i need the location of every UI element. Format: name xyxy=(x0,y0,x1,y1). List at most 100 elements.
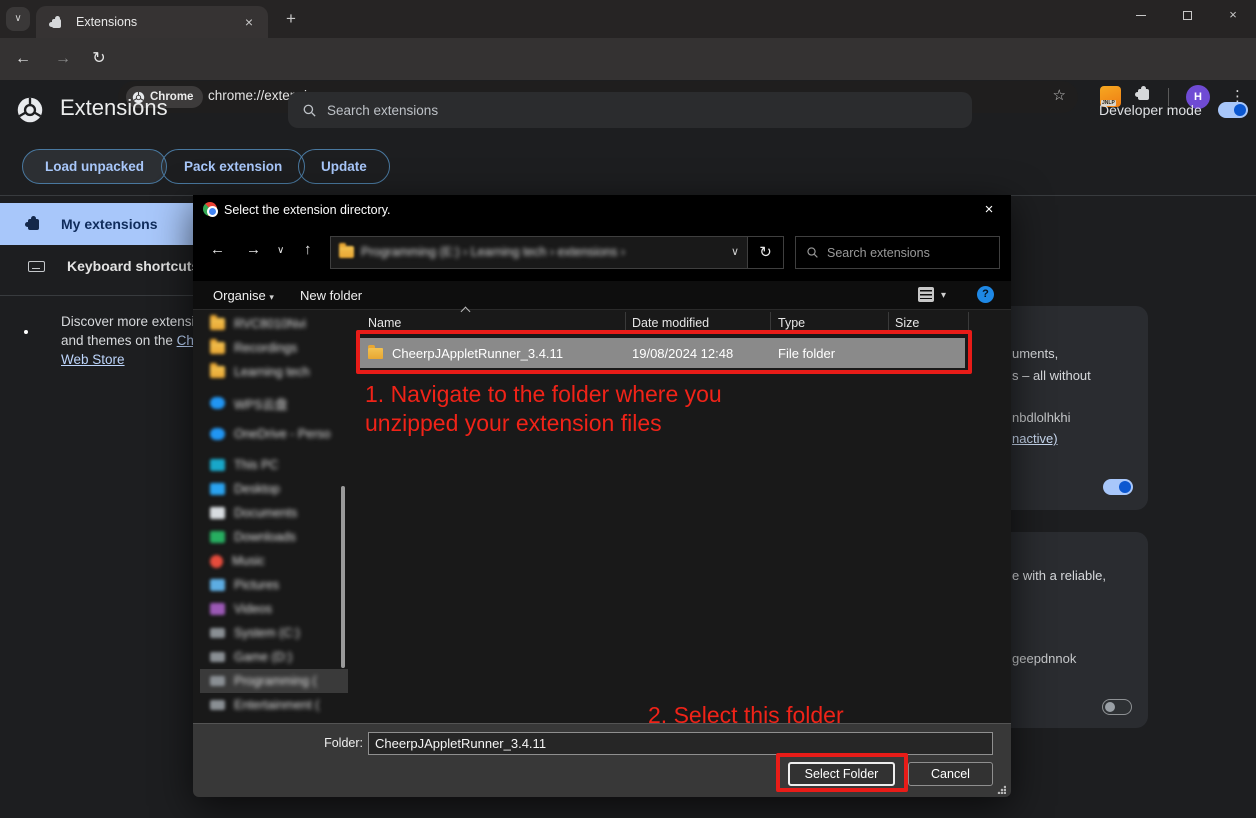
card1-enable-toggle[interactable] xyxy=(1103,479,1133,495)
videos-icon xyxy=(210,603,225,615)
tree-item-label: Videos xyxy=(234,602,272,616)
dialog-toolbar: Organise ▾ New folder ▾ ? xyxy=(193,281,1011,310)
tree-item[interactable]: WPS云盘 xyxy=(200,391,348,415)
tab-title: Extensions xyxy=(76,15,137,29)
new-folder-button[interactable]: New folder xyxy=(300,288,362,303)
pack-extension-button[interactable]: Pack extension xyxy=(161,149,305,184)
extensions-search[interactable] xyxy=(288,92,972,128)
dialog-close-icon[interactable]: × xyxy=(979,200,999,220)
dialog-back-button[interactable]: ← xyxy=(210,241,225,258)
folder-icon xyxy=(339,246,354,258)
developer-mode-label: Developer mode xyxy=(1099,102,1202,118)
update-button[interactable]: Update xyxy=(298,149,390,184)
bookmark-star-icon[interactable]: ☆ xyxy=(1053,86,1066,104)
tab-extensions[interactable]: Extensions × xyxy=(36,6,268,38)
resize-grip[interactable] xyxy=(997,785,1006,794)
tree-item[interactable]: System (C:) xyxy=(200,621,348,645)
tree-item[interactable]: Downloads xyxy=(200,525,348,549)
puzzle-favicon xyxy=(52,15,61,33)
card1-id: nbdlolhkhi xyxy=(1012,410,1071,425)
tree-item-label: Recordings xyxy=(234,341,297,355)
dialog-titlebar[interactable]: Select the extension directory. × xyxy=(193,195,1011,224)
tree-item[interactable]: Programming ( xyxy=(200,669,348,693)
folder-name-input[interactable] xyxy=(368,732,993,755)
tree-item[interactable]: Documents xyxy=(200,501,348,525)
window-close-button[interactable]: × xyxy=(1210,0,1256,30)
dialog-forward-button[interactable]: → xyxy=(246,241,261,258)
dialog-search-box[interactable] xyxy=(795,236,1000,269)
annotation-box-select-folder xyxy=(776,753,908,792)
dialog-refresh-button[interactable]: ↻ xyxy=(748,236,784,269)
column-size[interactable]: Size xyxy=(895,316,919,330)
tree-item-label: Entertainment ( xyxy=(234,698,319,712)
column-type[interactable]: Type xyxy=(778,316,805,330)
drive-icon xyxy=(210,700,225,710)
tree-item-label: Desktop xyxy=(234,482,280,496)
tab-search-button[interactable]: ∨ xyxy=(6,7,30,31)
developer-mode-toggle[interactable] xyxy=(1218,102,1248,118)
column-date-modified[interactable]: Date modified xyxy=(632,316,709,330)
tree-item[interactable]: Videos xyxy=(200,597,348,621)
reload-button[interactable]: ↻ xyxy=(88,48,110,70)
column-name[interactable]: Name xyxy=(368,316,401,330)
tree-item-label: WPS云盘 xyxy=(234,394,287,413)
tree-item[interactable]: Learning tech xyxy=(200,360,348,384)
extensions-search-input[interactable] xyxy=(327,103,958,118)
card1-text: uments, xyxy=(1012,346,1058,361)
tree-item[interactable]: Desktop xyxy=(200,477,348,501)
tree-scrollbar[interactable] xyxy=(341,486,345,668)
pictures-icon xyxy=(210,579,225,591)
tree-item-label: Downloads xyxy=(234,530,296,544)
cloud-icon xyxy=(210,397,225,409)
tree-item-label: Music xyxy=(232,554,265,568)
card2-enable-toggle[interactable] xyxy=(1102,699,1132,715)
folder-icon xyxy=(210,318,225,330)
breadcrumb-bar[interactable]: Programming (E:) › Learning tech › exten… xyxy=(330,236,748,269)
puzzle-icon xyxy=(28,219,39,230)
dialog-up-button[interactable]: ↑ xyxy=(304,241,312,258)
tree-item[interactable]: Pictures xyxy=(200,573,348,597)
keyboard-icon xyxy=(28,261,45,272)
window-maximize-button[interactable] xyxy=(1164,0,1210,30)
tree-item[interactable]: Entertainment ( xyxy=(200,693,348,717)
select-directory-dialog: Select the extension directory. × ← → ∨ … xyxy=(193,195,1011,797)
annotation-step2: 2. Select this folder xyxy=(648,701,844,730)
tree-item[interactable]: Music xyxy=(200,549,348,573)
new-tab-button[interactable]: + xyxy=(280,8,302,30)
load-unpacked-button[interactable]: Load unpacked xyxy=(22,149,167,184)
card1-text: s – all without xyxy=(1012,368,1091,383)
view-mode-icon[interactable] xyxy=(918,287,934,302)
search-icon xyxy=(302,103,317,118)
folder-icon xyxy=(210,366,225,378)
breadcrumb-chevron-icon[interactable]: ∨ xyxy=(731,245,739,258)
help-icon[interactable]: ? xyxy=(977,286,994,303)
organise-menu[interactable]: Organise ▾ xyxy=(213,288,274,303)
tree-item[interactable]: RVC8010Nvi xyxy=(200,312,348,336)
tree-item-label: Programming ( xyxy=(234,674,317,688)
documents-icon xyxy=(210,507,225,519)
view-mode-chevron-icon[interactable]: ▾ xyxy=(941,290,946,301)
tree-item-label: OneDrive - Perso xyxy=(234,427,331,441)
tree-item[interactable]: This PC xyxy=(200,453,348,477)
tree-item[interactable]: Game (D:) xyxy=(200,645,348,669)
breadcrumb-path: Programming (E:) › Learning tech › exten… xyxy=(361,245,625,259)
dialog-recent-chevron-icon[interactable]: ∨ xyxy=(277,245,284,256)
card1-details-link[interactable]: nactive) xyxy=(1012,431,1058,446)
folder-icon xyxy=(210,342,225,354)
tab-close-icon[interactable]: × xyxy=(240,13,258,31)
browser-window: ∨ Extensions × + × ← → ↻ Chrome chrome:/… xyxy=(0,0,1256,818)
web-store-link[interactable]: Web Store xyxy=(61,352,125,367)
annotation-step1: 1. Navigate to the folder where you unzi… xyxy=(365,380,722,438)
card2-text: e with a reliable, xyxy=(1012,568,1106,583)
downloads-icon xyxy=(210,531,225,543)
dialog-search-input[interactable] xyxy=(827,246,989,260)
tree-item[interactable]: OneDrive - Perso xyxy=(200,422,348,446)
tab-strip: ∨ Extensions × + × xyxy=(0,0,1256,38)
cancel-button[interactable]: Cancel xyxy=(908,762,993,786)
back-button[interactable]: ← xyxy=(12,48,34,70)
tree-item[interactable]: Recordings xyxy=(200,336,348,360)
pc-icon xyxy=(210,459,225,471)
forward-button[interactable]: → xyxy=(52,48,74,70)
window-minimize-button[interactable] xyxy=(1118,0,1164,30)
annotation-box-file-row xyxy=(356,330,972,374)
